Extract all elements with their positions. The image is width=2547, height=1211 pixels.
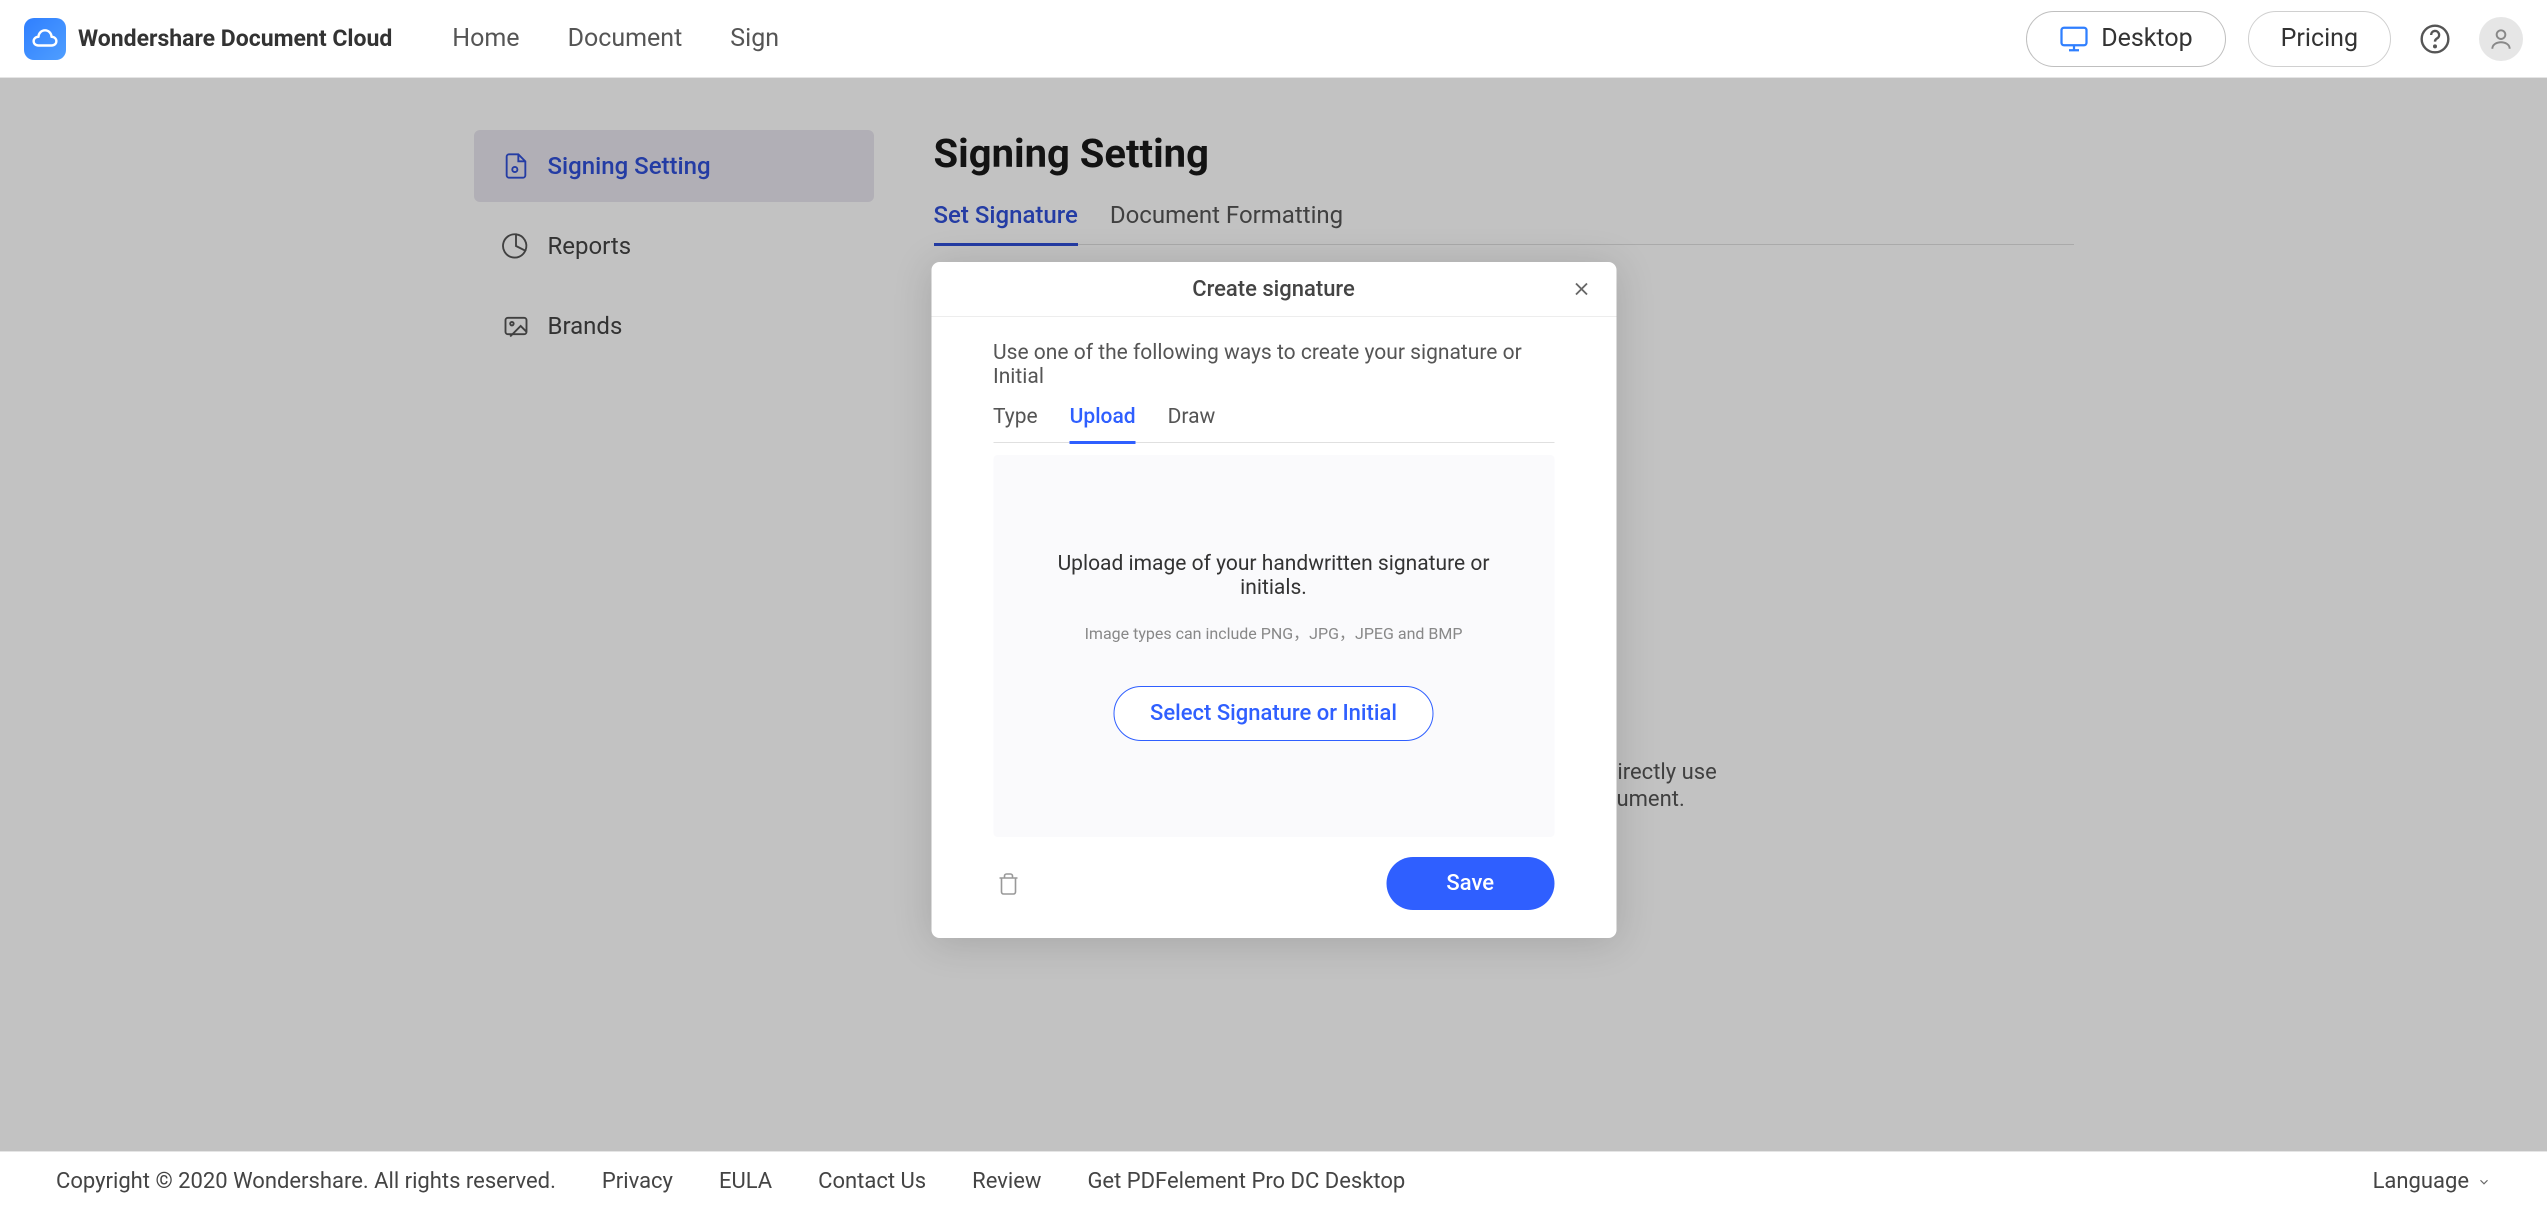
language-dropdown[interactable]: Language <box>2373 1169 2491 1194</box>
upload-file-types: Image types can include PNG，JPG，JPEG and… <box>1085 620 1463 644</box>
page-footer: Copyright © 2020 Wondershare. All rights… <box>0 1151 2547 1211</box>
footer-links: Privacy EULA Contact Us Review Get PDFel… <box>602 1169 1405 1194</box>
nav-document[interactable]: Document <box>568 24 683 53</box>
header-actions: Desktop Pricing <box>2026 11 2523 67</box>
save-button[interactable]: Save <box>1386 857 1554 910</box>
desktop-button[interactable]: Desktop <box>2026 11 2225 67</box>
nav-sign[interactable]: Sign <box>730 24 779 53</box>
footer-link-privacy[interactable]: Privacy <box>602 1169 673 1194</box>
brand-logo[interactable]: Wondershare Document Cloud <box>24 18 392 60</box>
signature-method-tabs: Type Upload Draw <box>993 405 1554 443</box>
language-label: Language <box>2373 1169 2469 1194</box>
nav-home[interactable]: Home <box>452 24 519 53</box>
footer-link-review[interactable]: Review <box>972 1169 1041 1194</box>
tab-draw[interactable]: Draw <box>1168 405 1216 444</box>
modal-body: Use one of the following ways to create … <box>931 317 1616 938</box>
app-header: Wondershare Document Cloud Home Document… <box>0 0 2547 78</box>
pricing-button-label: Pricing <box>2281 24 2358 53</box>
modal-header: Create signature <box>931 262 1616 317</box>
modal-title: Create signature <box>1192 277 1355 302</box>
copyright-text: Copyright © 2020 Wondershare. All rights… <box>56 1169 556 1194</box>
tab-upload[interactable]: Upload <box>1070 405 1136 444</box>
modal-description: Use one of the following ways to create … <box>993 341 1554 389</box>
top-nav: Home Document Sign <box>452 24 779 53</box>
delete-button[interactable] <box>993 869 1023 899</box>
chevron-down-icon <box>2477 1175 2491 1189</box>
footer-link-eula[interactable]: EULA <box>719 1169 772 1194</box>
help-icon <box>2419 23 2451 55</box>
upload-drop-zone[interactable]: Upload image of your handwritten signatu… <box>993 455 1554 837</box>
brand-name: Wondershare Document Cloud <box>78 25 392 52</box>
pricing-button[interactable]: Pricing <box>2248 11 2391 67</box>
create-signature-modal: Create signature Use one of the followin… <box>931 262 1616 938</box>
footer-link-contact[interactable]: Contact Us <box>818 1169 926 1194</box>
close-icon <box>1570 278 1592 300</box>
footer-link-get-desktop[interactable]: Get PDFelement Pro DC Desktop <box>1087 1169 1405 1194</box>
trash-icon <box>996 872 1020 896</box>
monitor-icon <box>2059 24 2089 54</box>
tab-type[interactable]: Type <box>993 405 1038 444</box>
modal-footer: Save <box>993 857 1554 910</box>
upload-instruction: Upload image of your handwritten signatu… <box>1033 552 1514 600</box>
modal-close-button[interactable] <box>1564 272 1598 306</box>
select-file-button[interactable]: Select Signature or Initial <box>1113 686 1434 741</box>
avatar-button[interactable] <box>2479 17 2523 61</box>
desktop-button-label: Desktop <box>2101 24 2192 53</box>
user-icon <box>2488 26 2514 52</box>
logo-icon <box>24 18 66 60</box>
help-button[interactable] <box>2413 17 2457 61</box>
